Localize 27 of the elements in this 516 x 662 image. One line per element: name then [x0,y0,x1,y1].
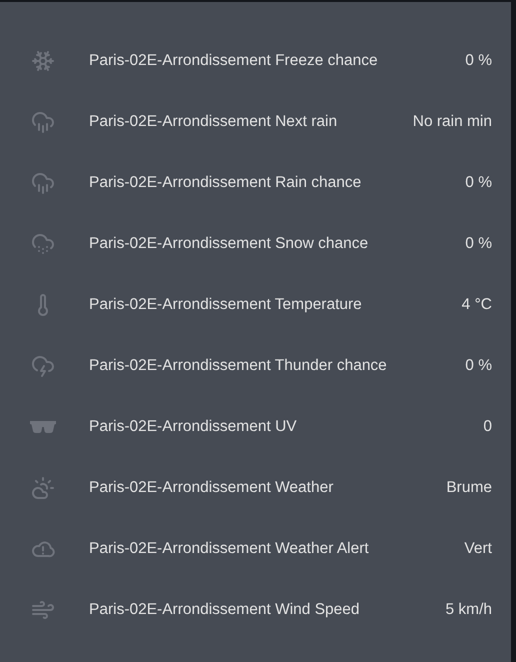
entity-value: 0 % [465,174,492,192]
entity-value: Vert [464,540,492,558]
cloud-snow-icon [31,232,55,256]
cloud-lightning-icon [31,354,55,378]
entity-name[interactable]: Paris-02E-Arrondissement Weather [89,478,434,496]
entity-value: Brume [446,478,492,496]
entity-name[interactable]: Paris-02E-Arrondissement UV [89,418,472,436]
entity-name[interactable]: Paris-02E-Arrondissement Wind Speed [89,600,434,618]
entity-value: 0 % [465,234,492,252]
entity-value: 4 °C [462,296,492,314]
entity-value: 0 [483,418,492,436]
entity-name[interactable]: Paris-02E-Arrondissement Thunder chance [89,356,454,374]
entity-name[interactable]: Paris-02E-Arrondissement Weather Alert [89,540,452,558]
entity-value: 5 km/h [445,600,492,618]
entity-value: No rain min [412,112,492,130]
sunglasses-icon [30,420,56,432]
entity-name[interactable]: Paris-02E-Arrondissement Next rain [89,112,401,130]
entity-name[interactable]: Paris-02E-Arrondissement Freeze chance [89,52,454,70]
snowflake-icon [31,48,55,72]
entity-value: 0 % [465,356,492,374]
entity-name[interactable]: Paris-02E-Arrondissement Temperature [89,296,450,314]
entity-value: 0 % [465,52,492,70]
entity-name[interactable]: Paris-02E-Arrondissement Snow chance [89,234,454,252]
cloud-rain-icon [31,110,55,134]
cloud-rain-icon [31,170,55,194]
entity-name[interactable]: Paris-02E-Arrondissement Rain chance [89,174,454,192]
cloud-sun-icon [31,476,55,500]
